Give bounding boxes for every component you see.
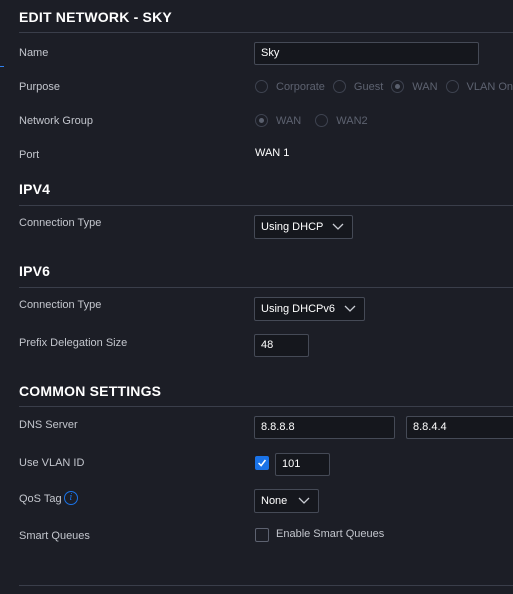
ipv4-connection-type-label: Connection Type: [19, 217, 102, 229]
ipv6-connection-type-label: Connection Type: [19, 299, 102, 311]
radio-checked-icon: [255, 114, 268, 127]
dns-server-label: DNS Server: [19, 419, 78, 431]
divider: [19, 205, 513, 206]
page-title: EDIT NETWORK - SKY: [19, 9, 172, 25]
purpose-option-label: Guest: [353, 80, 384, 93]
check-icon: [258, 459, 267, 467]
ipv4-section-title: IPV4: [19, 181, 51, 197]
purpose-option-label: Corporate: [276, 80, 325, 93]
radio-icon: [332, 80, 346, 93]
purpose-option-wan[interactable]: WAN: [391, 80, 438, 93]
divider: [19, 406, 513, 407]
chevron-down-icon: [344, 305, 356, 312]
radio-icon: [315, 114, 329, 127]
network-group-radio-group: WAN WAN2: [255, 114, 376, 127]
ipv6-connection-type-select[interactable]: Using DHCPv6: [254, 297, 365, 321]
prefix-delegation-size-input[interactable]: 48: [254, 334, 309, 357]
port-value: WAN 1: [255, 147, 290, 159]
qos-tag-label: QoS Tag: [19, 493, 62, 505]
smart-queues-checkbox[interactable]: [255, 528, 269, 542]
purpose-radio-group: Corporate Guest WAN VLAN On: [255, 80, 513, 93]
purpose-option-label: VLAN On: [466, 80, 513, 93]
smart-queues-label: Smart Queues: [19, 530, 90, 542]
ipv4-connection-type-select[interactable]: Using DHCP: [254, 215, 353, 239]
network-group-label: Network Group: [19, 115, 93, 127]
use-vlan-id-label: Use VLAN ID: [19, 457, 85, 469]
chevron-down-icon: [298, 497, 310, 504]
radio-icon: [255, 80, 268, 93]
ipv6-connection-type-value: Using DHCPv6: [261, 303, 335, 315]
divider: [19, 32, 513, 33]
ipv6-section-title: IPV6: [19, 263, 51, 279]
common-settings-section-title: COMMON SETTINGS: [19, 383, 162, 399]
dns-secondary-input[interactable]: 8.8.4.4: [406, 416, 513, 439]
port-label: Port: [19, 149, 40, 161]
network-group-option-wan2[interactable]: WAN2: [315, 114, 368, 127]
purpose-option-corporate[interactable]: Corporate: [255, 80, 325, 93]
name-input[interactable]: Sky: [254, 42, 479, 65]
radio-icon: [445, 80, 459, 93]
purpose-option-label: WAN: [412, 80, 438, 93]
qos-tag-value: None: [261, 495, 288, 507]
purpose-option-vlan-only[interactable]: VLAN On: [445, 80, 513, 93]
use-vlan-id-checkbox[interactable]: [255, 456, 269, 470]
smart-queues-option-label: Enable Smart Queues: [276, 528, 385, 540]
network-group-option-label: WAN: [276, 114, 302, 127]
info-icon[interactable]: i: [64, 491, 78, 505]
qos-tag-select[interactable]: None: [254, 489, 319, 513]
divider: [19, 585, 513, 586]
purpose-option-guest[interactable]: Guest: [332, 80, 384, 93]
prefix-delegation-size-label: Prefix Delegation Size: [19, 337, 128, 349]
ipv4-connection-type-value: Using DHCP: [261, 221, 324, 233]
purpose-label: Purpose: [19, 81, 60, 93]
name-label: Name: [19, 47, 49, 59]
radio-checked-icon: [391, 80, 405, 93]
vlan-id-input[interactable]: 101: [275, 453, 330, 476]
network-group-option-wan[interactable]: WAN: [255, 114, 301, 127]
left-edge-indicator: [0, 66, 4, 67]
chevron-down-icon: [332, 223, 344, 230]
network-group-option-label: WAN2: [336, 114, 368, 127]
dns-primary-input[interactable]: 8.8.8.8: [254, 416, 395, 439]
divider: [19, 287, 513, 288]
